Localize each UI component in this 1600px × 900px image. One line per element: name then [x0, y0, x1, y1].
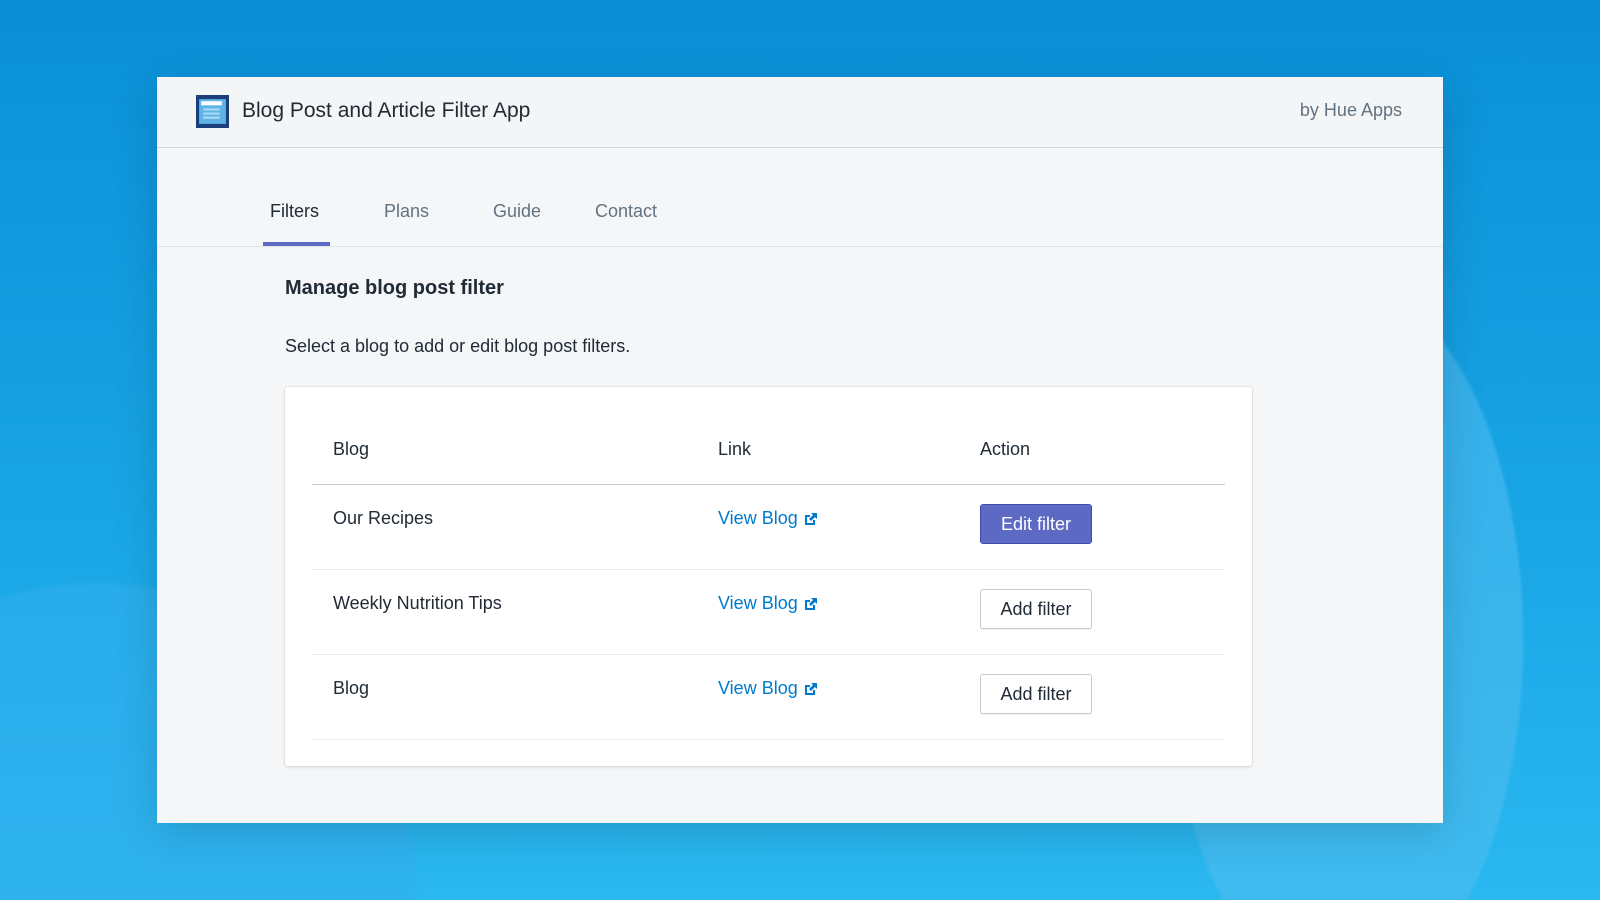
tab-contact[interactable]: Contact [595, 201, 657, 222]
blogs-table: Blog Link Action Our Recipes View Blog E… [285, 387, 1252, 766]
link-label: View Blog [718, 508, 798, 528]
add-filter-button[interactable]: Add filter [980, 589, 1092, 629]
view-blog-link[interactable]: View Blog [718, 678, 818, 699]
tab-guide[interactable]: Guide [493, 201, 541, 222]
column-header-link: Link [718, 439, 752, 459]
view-blog-link[interactable]: View Blog [718, 593, 818, 614]
app-title: Blog Post and Article Filter App [242, 99, 531, 122]
tab-filters[interactable]: Filters [270, 201, 319, 222]
edit-filter-button[interactable]: Edit filter [980, 504, 1092, 544]
column-header-action: Action [980, 439, 1031, 459]
link-label: View Blog [718, 678, 798, 698]
blog-name: Blog [333, 678, 370, 698]
external-link-icon [804, 512, 817, 525]
active-tab-indicator [263, 242, 330, 246]
link-label: View Blog [718, 593, 798, 613]
column-header-blog: Blog [333, 439, 370, 459]
page-heading: Manage blog post filter [285, 277, 504, 299]
table-row: Weekly Nutrition Tips View Blog Add filt… [312, 570, 1225, 655]
view-blog-link[interactable]: View Blog [718, 508, 818, 529]
external-link-icon [804, 682, 817, 695]
intro-text: Select a blog to add or edit blog post f… [285, 336, 631, 356]
tab-bar: Filters Plans Guide Contact [157, 148, 1443, 247]
table-row: Our Recipes View Blog Edit filter [312, 485, 1225, 570]
app-window: Blog Post and Article Filter App by Hue … [157, 77, 1443, 823]
external-link-icon [804, 597, 817, 610]
vendor-byline: by Hue Apps [1299, 100, 1402, 120]
tab-plans[interactable]: Plans [384, 201, 429, 222]
table-row: Blog View Blog Add filter [312, 655, 1225, 740]
add-filter-button[interactable]: Add filter [980, 674, 1092, 714]
blog-name: Weekly Nutrition Tips [333, 593, 502, 613]
app-logo-icon [196, 95, 229, 128]
top-bar: Blog Post and Article Filter App by Hue … [157, 77, 1443, 148]
blog-name: Our Recipes [333, 508, 434, 528]
